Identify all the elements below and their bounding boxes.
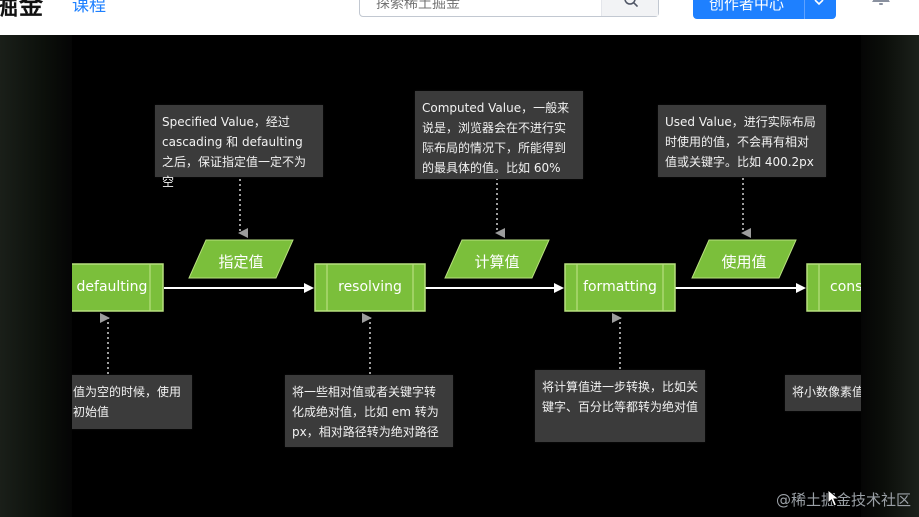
slide-css-value-processing: defaulting resolving formatting cons 指定值… (72, 35, 861, 517)
search-box (359, 0, 659, 17)
watermark: @稀土掘金技术社区 (775, 491, 911, 509)
note-used-value: Used Value，进行实际布局时使用的值，不会再有相对值或关键字。比如 40… (658, 105, 826, 177)
mouse-cursor-icon (827, 489, 841, 507)
note-resolving: 将一些相对值或者关键字转化成绝对值，比如 em 转为 px，相对路径转为绝对路径 (285, 375, 453, 447)
note-computed-value: Computed Value，一般来说是，浏览器会在不进行实际布局的情况下，所能… (415, 91, 583, 179)
node-label-constraining: cons (830, 279, 861, 295)
search-icon (624, 0, 638, 7)
value-label-computed: 计算值 (474, 253, 520, 271)
video-side-blur-left (0, 35, 72, 517)
note-constraining: 将小数像素值 (785, 375, 861, 411)
search-button[interactable] (601, 0, 658, 16)
notification-bell-icon[interactable] (870, 0, 892, 8)
video-player[interactable]: defaulting resolving formatting cons 指定值… (0, 35, 919, 517)
creator-center-label: 创作者中心 (709, 0, 785, 13)
value-label-specified: 指定值 (218, 253, 264, 271)
video-side-blur-right (861, 35, 919, 517)
note-formatting: 将计算值进一步转换，比如关键字、百分比等都转为绝对值 (535, 370, 705, 442)
chevron-down-icon[interactable] (813, 0, 825, 8)
site-logo[interactable]: 掘金 (0, 0, 44, 21)
node-label-formatting: formatting (583, 279, 657, 295)
creator-center-button[interactable]: 创作者中心 (693, 0, 836, 19)
nav-link-course[interactable]: 课程 (72, 0, 106, 16)
node-label-defaulting: defaulting (76, 279, 148, 295)
search-input[interactable] (374, 0, 598, 15)
note-specified-value: Specified Value，经过 cascading 和 defaultin… (155, 105, 323, 189)
button-divider (804, 0, 805, 19)
value-label-used: 使用值 (721, 253, 767, 271)
top-navigation-bar: 掘金 课程 创作者中心 (0, 0, 919, 35)
note-defaulting: 值为空的时候，使用初始值 (72, 375, 192, 429)
node-label-resolving: resolving (338, 279, 402, 295)
